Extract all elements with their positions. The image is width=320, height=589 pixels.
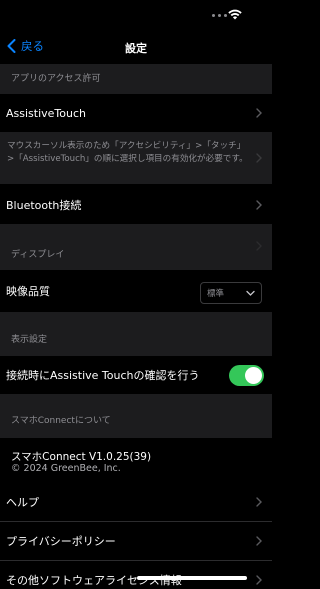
chevron-right-icon bbox=[256, 536, 262, 546]
video-quality-select[interactable]: 標準 bbox=[200, 282, 262, 304]
status-bar bbox=[0, 0, 272, 28]
privacy-label: プライバシーポリシー bbox=[6, 535, 116, 548]
chevron-right-icon bbox=[256, 575, 262, 585]
bluetooth-row[interactable]: Bluetooth接続 bbox=[0, 186, 272, 224]
chevron-right-icon bbox=[256, 497, 262, 507]
chevron-right-icon bbox=[256, 108, 262, 118]
home-indicator bbox=[137, 576, 247, 580]
confirm-assistive-label: 接続時にAssistive Touchの確認を行う bbox=[6, 369, 200, 382]
signal-dots-icon bbox=[212, 14, 227, 17]
chevron-right-icon bbox=[256, 241, 262, 251]
section-header-display: ディスプレイ bbox=[0, 224, 272, 270]
confirm-assistive-toggle[interactable] bbox=[229, 365, 264, 386]
section-header-about: スマホConnectについて bbox=[0, 394, 272, 438]
help-label: ヘルプ bbox=[6, 496, 39, 509]
chevron-down-icon bbox=[246, 290, 255, 296]
assistive-touch-note: マウスカーソル表示のため「アクセシビリティ」>「タッチ」>「AssistiveT… bbox=[0, 132, 272, 184]
section-header-access: アプリのアクセス許可 bbox=[0, 64, 272, 94]
help-row[interactable]: ヘルプ bbox=[0, 483, 272, 521]
chevron-right-icon bbox=[256, 200, 262, 210]
chevron-right-icon bbox=[256, 153, 262, 163]
licenses-label: その他ソフトウェアライセンス情報 bbox=[6, 574, 182, 587]
page-title: 設定 bbox=[125, 42, 147, 55]
assistive-touch-row[interactable]: AssistiveTouch bbox=[0, 94, 272, 132]
wifi-icon bbox=[228, 9, 242, 20]
licenses-row[interactable]: その他ソフトウェアライセンス情報 bbox=[0, 561, 272, 589]
video-quality-value: 標準 bbox=[207, 289, 225, 299]
app-version: スマホConnect V1.0.25(39) bbox=[11, 451, 152, 463]
assistive-touch-label: AssistiveTouch bbox=[6, 106, 86, 120]
toggle-knob bbox=[245, 367, 262, 384]
assistive-touch-note-text: マウスカーソル表示のため「アクセシビリティ」>「タッチ」>「AssistiveT… bbox=[7, 141, 248, 164]
copyright: © 2024 GreenBee, Inc. bbox=[11, 463, 121, 474]
section-header-view: 表示設定 bbox=[0, 312, 272, 356]
video-quality-label: 映像品質 bbox=[6, 285, 50, 298]
privacy-row[interactable]: プライバシーポリシー bbox=[0, 522, 272, 560]
navigation-bar: 戻る 設定 bbox=[0, 28, 272, 64]
section-header-display-label: ディスプレイ bbox=[11, 250, 65, 260]
bluetooth-label: Bluetooth接続 bbox=[6, 199, 82, 212]
